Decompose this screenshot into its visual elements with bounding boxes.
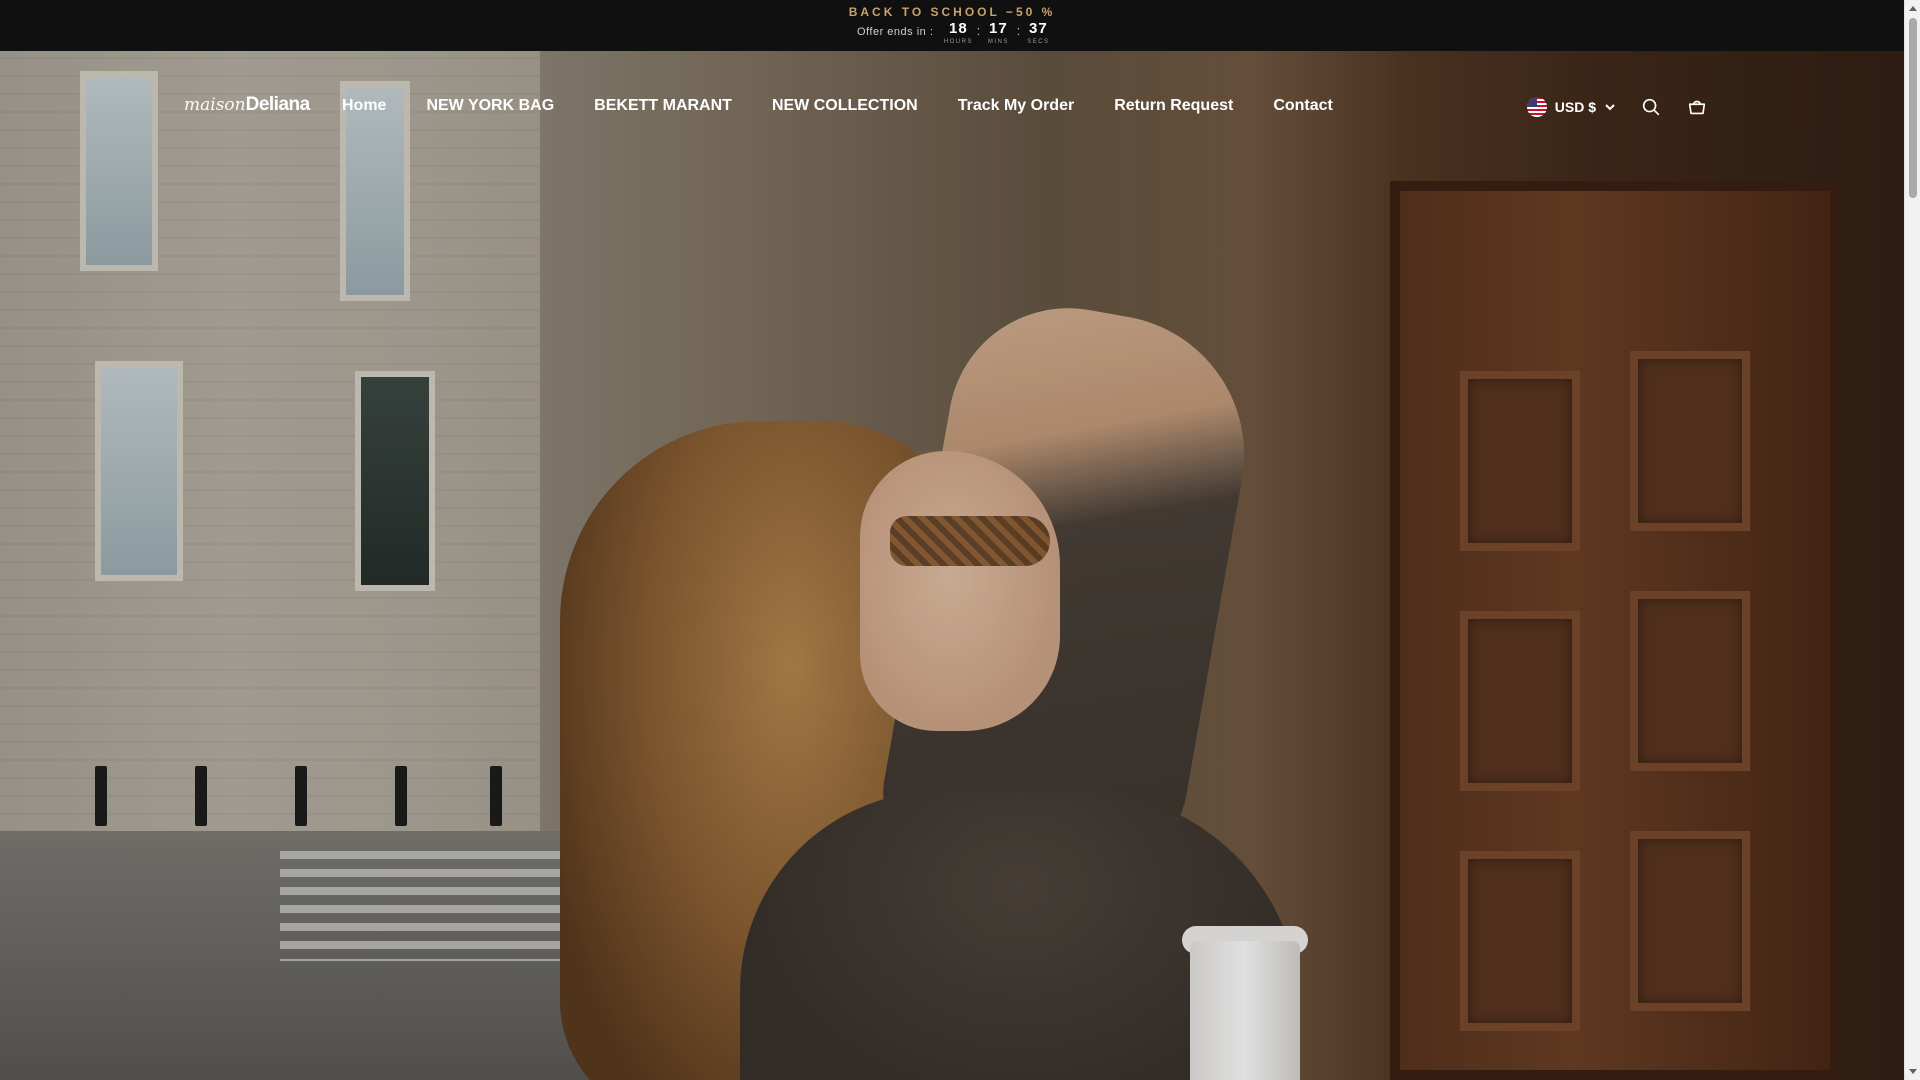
nav-home[interactable]: Home	[342, 97, 386, 115]
countdown-hours-caption: HOURS	[943, 39, 973, 45]
countdown-timer: Offer ends in : 18 HOURS : 17 MINS : 37 …	[857, 20, 1055, 45]
countdown-seconds-value: 37	[1029, 20, 1048, 37]
countdown-label: Offer ends in :	[857, 26, 934, 38]
countdown-hours-value: 18	[949, 20, 968, 37]
us-flag-icon	[1526, 97, 1547, 117]
countdown-seconds: 37 SECS	[1021, 20, 1055, 45]
announcement-bar: BACK TO SCHOOL −50 % Offer ends in : 18 …	[0, 0, 1904, 51]
nav-bekett-marant[interactable]: BEKETT MARANT	[594, 97, 732, 115]
main-nav: Home NEW YORK BAG BEKETT MARANT NEW COLL…	[342, 97, 1373, 115]
scroll-down-arrow-icon[interactable]	[1905, 1064, 1920, 1080]
page-scrollbar[interactable]	[1904, 0, 1920, 1080]
hero-image	[0, 51, 1904, 1080]
countdown-minutes-value: 17	[989, 20, 1008, 37]
scrollbar-thumb[interactable]	[1909, 18, 1917, 198]
nav-new-york-bag[interactable]: NEW YORK BAG	[426, 97, 554, 115]
chevron-down-icon	[1605, 104, 1615, 111]
countdown-seconds-caption: SECS	[1027, 39, 1050, 45]
nav-contact[interactable]: Contact	[1273, 97, 1333, 115]
currency-label: USD $	[1554, 99, 1596, 115]
countdown-minutes: 17 MINS	[981, 20, 1015, 45]
brand-logo[interactable]: maison Deliana	[184, 94, 310, 116]
nav-new-collection[interactable]: NEW COLLECTION	[772, 97, 918, 115]
site-header: maison Deliana Home NEW YORK BAG BEKETT …	[0, 51, 1904, 163]
cart-icon[interactable]	[1686, 96, 1708, 118]
search-icon[interactable]	[1640, 96, 1662, 118]
countdown-minutes-caption: MINS	[987, 39, 1009, 45]
announcement-title: BACK TO SCHOOL −50 %	[848, 5, 1056, 19]
header-actions: USD $	[1526, 96, 1708, 118]
countdown-hours: 18 HOURS	[941, 20, 975, 45]
scroll-up-arrow-icon[interactable]	[1905, 0, 1920, 16]
nav-track-my-order[interactable]: Track My Order	[958, 97, 1075, 115]
logo-text-bold: Deliana	[245, 94, 311, 115]
nav-return-request[interactable]: Return Request	[1114, 97, 1233, 115]
hero-overlay	[0, 51, 1904, 1080]
currency-selector[interactable]: USD $	[1526, 97, 1616, 117]
logo-text-italic: maison	[184, 95, 246, 115]
